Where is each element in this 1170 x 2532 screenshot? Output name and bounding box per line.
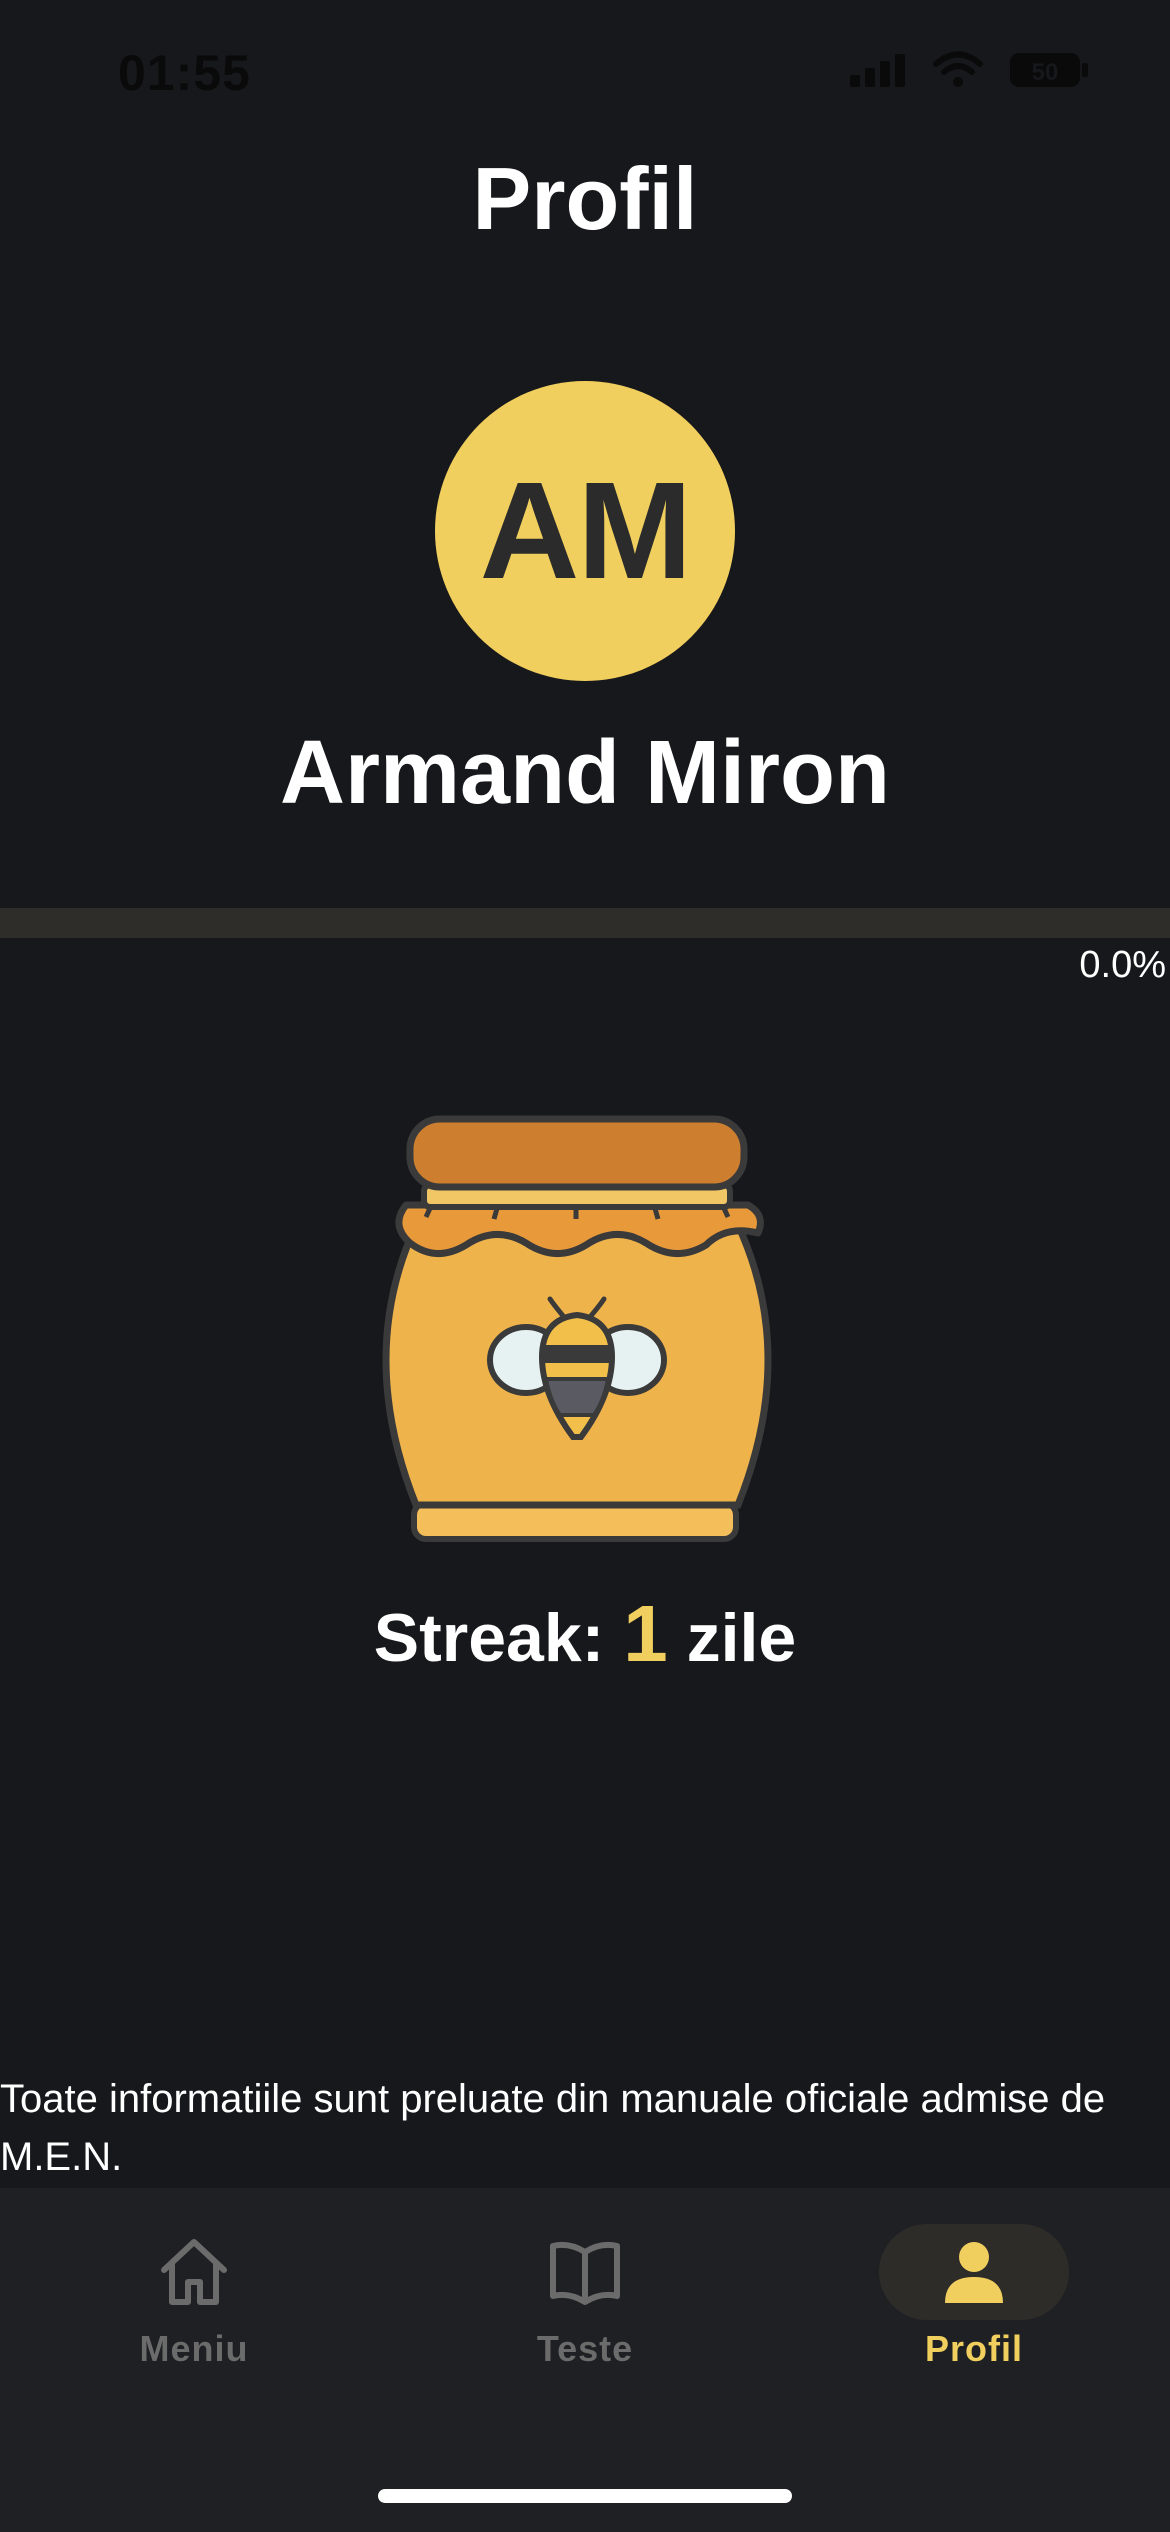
book-icon bbox=[550, 2241, 620, 2305]
signal-icon bbox=[850, 54, 905, 87]
streak-prefix: Streak: bbox=[373, 1600, 605, 1676]
streak-suffix: zile bbox=[686, 1600, 797, 1676]
status-time: 01:55 bbox=[118, 45, 251, 101]
tab-label: Profil bbox=[924, 2328, 1023, 2369]
tab-teste[interactable]: Teste bbox=[485, 2224, 685, 2374]
page-title: Profil bbox=[472, 149, 698, 248]
home-icon bbox=[161, 2239, 227, 2305]
battery-icon: 50 bbox=[1010, 53, 1088, 87]
status-icons: 50 bbox=[848, 50, 1090, 90]
avatar-initials: AM bbox=[479, 453, 693, 608]
tab-meniu[interactable]: Meniu bbox=[94, 2224, 294, 2374]
progress-percent: 0.0% bbox=[1079, 944, 1166, 986]
avatar[interactable]: AM bbox=[435, 381, 735, 681]
disclaimer-text: Toate informatiile sunt preluate din man… bbox=[0, 2077, 1106, 2179]
honey-jar-icon bbox=[382, 1115, 772, 1542]
user-name: Armand Miron bbox=[279, 723, 890, 823]
wifi-icon bbox=[933, 51, 983, 87]
tab-bar: Meniu Teste Profil bbox=[0, 2188, 1170, 2532]
battery-level: 50 bbox=[1032, 59, 1059, 86]
tab-label: Teste bbox=[536, 2328, 634, 2369]
home-indicator[interactable] bbox=[378, 2489, 792, 2503]
streak-text: Streak: 1 zile bbox=[0, 1588, 1170, 1680]
progress-bar bbox=[0, 908, 1170, 938]
person-icon bbox=[945, 2242, 1003, 2303]
streak-count: 1 bbox=[623, 1589, 668, 1678]
tab-label: Meniu bbox=[139, 2328, 249, 2369]
tab-profil[interactable]: Profil bbox=[874, 2224, 1074, 2374]
status-bar: 01:55 50 bbox=[0, 0, 1170, 150]
